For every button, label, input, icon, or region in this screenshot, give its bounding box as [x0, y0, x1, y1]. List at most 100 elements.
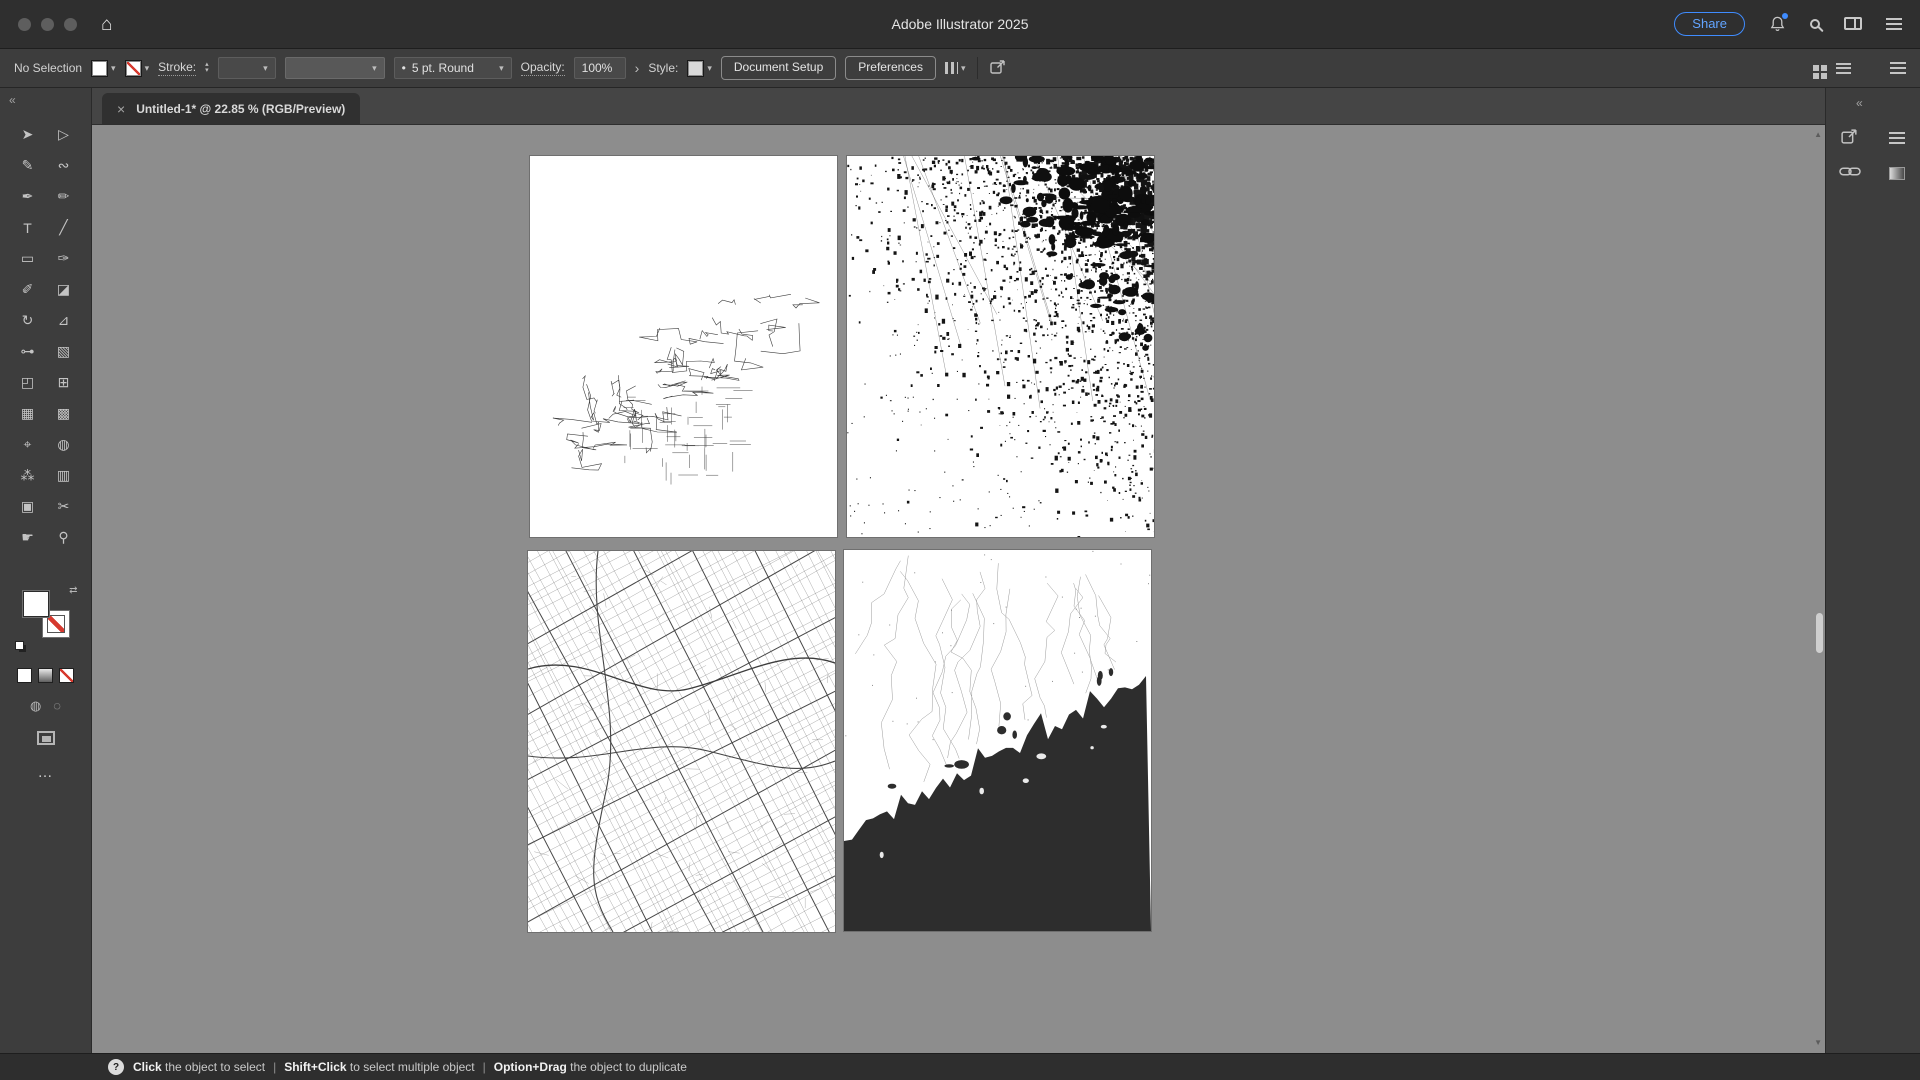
- more-options-chevron[interactable]: ›: [635, 60, 640, 76]
- preferences-button[interactable]: Preferences: [845, 56, 936, 79]
- document-actions-button[interactable]: [989, 58, 1007, 79]
- artboard-tool-icon: ▣: [21, 498, 34, 515]
- home-icon[interactable]: ⌂: [101, 15, 112, 34]
- vertical-scrollbar-thumb[interactable]: [1816, 613, 1823, 653]
- fill-color-swatch[interactable]: [91, 60, 108, 77]
- direct-selection-tool-icon: ▷: [58, 126, 69, 143]
- artboard-3-street-grid-map[interactable]: [528, 551, 835, 932]
- status-separator: |: [273, 1060, 276, 1074]
- stroke-color-control[interactable]: ▾: [125, 60, 150, 77]
- close-window-button[interactable]: [18, 18, 31, 31]
- edit-toolbar-button[interactable]: …: [38, 764, 54, 781]
- stroke-weight-dropdown[interactable]: ▾: [218, 57, 276, 79]
- selection-tool[interactable]: ➤: [13, 120, 43, 149]
- rotate-tool[interactable]: ↻: [13, 306, 43, 335]
- artboard-tool[interactable]: ▣: [13, 492, 43, 521]
- workspace-grid-icon[interactable]: [1813, 65, 1819, 71]
- type-tool[interactable]: T: [13, 213, 43, 242]
- workspace-layout-icon[interactable]: [1844, 17, 1862, 30]
- default-colors-icon[interactable]: [15, 641, 24, 650]
- collapse-dock-button[interactable]: «: [1856, 97, 1920, 109]
- shape-builder-tool[interactable]: ◰: [13, 368, 43, 397]
- brush-bullet-icon: •: [402, 61, 406, 75]
- help-icon[interactable]: ?: [108, 1059, 124, 1075]
- eraser-tool[interactable]: ◪: [49, 275, 79, 304]
- control-bar: No Selection ▾ ▾ Stroke: ▴ ▾ ▾ ▾ • 5 pt.…: [0, 49, 1920, 88]
- paintbrush-tool[interactable]: ✑: [49, 244, 79, 273]
- mesh-tool[interactable]: ▦: [13, 399, 43, 428]
- swap-fill-stroke-icon[interactable]: ⇄: [69, 585, 77, 596]
- shaper-tool[interactable]: ✐: [13, 275, 43, 304]
- pen-tool[interactable]: ✒: [13, 182, 43, 211]
- chevron-down-icon[interactable]: ▾: [111, 64, 116, 73]
- document-setup-button[interactable]: Document Setup: [721, 56, 836, 79]
- collapse-tools-button[interactable]: «: [9, 94, 16, 106]
- hand-tool[interactable]: ☛: [13, 523, 43, 552]
- column-graph-tool[interactable]: ▥: [49, 461, 79, 490]
- scale-tool[interactable]: ⊿: [49, 306, 79, 335]
- artboard-4-shoreline-map[interactable]: [844, 550, 1151, 931]
- search-icon[interactable]: [1810, 19, 1820, 29]
- artboard-1-roads-map[interactable]: [530, 156, 837, 537]
- none-mode-button[interactable]: [59, 668, 74, 683]
- align-options-button[interactable]: ▾: [945, 62, 966, 74]
- share-button[interactable]: Share: [1674, 12, 1745, 37]
- free-transform-tool[interactable]: ▧: [49, 337, 79, 366]
- slice-tool[interactable]: ✂: [49, 492, 79, 521]
- lasso-tool[interactable]: ∾: [49, 151, 79, 180]
- gradient-mode-button[interactable]: [38, 668, 53, 683]
- draw-mode-button[interactable]: ◍: [30, 698, 41, 714]
- export-panel-button[interactable]: [1840, 127, 1859, 149]
- scroll-down-icon[interactable]: ▼: [1814, 1039, 1822, 1047]
- brush-definition-dropdown[interactable]: • 5 pt. Round ▾: [394, 57, 512, 79]
- app-menu-icon[interactable]: [1886, 18, 1902, 30]
- curvature-tool-icon: ✎: [22, 157, 34, 174]
- blend-tool[interactable]: ◍: [49, 430, 79, 459]
- curvature-tool[interactable]: ✎: [13, 151, 43, 180]
- notifications-bell-icon[interactable]: [1769, 15, 1786, 33]
- fill-color-control[interactable]: ▾: [91, 60, 116, 77]
- pencil-tool[interactable]: ✏: [49, 182, 79, 211]
- canvas[interactable]: ▲ ▼: [92, 125, 1825, 1053]
- zoom-window-button[interactable]: [64, 18, 77, 31]
- blend-tool-icon: ◍: [57, 436, 69, 453]
- opacity-field[interactable]: 100%: [574, 57, 626, 79]
- gradient-panel-button[interactable]: [1889, 167, 1905, 180]
- graphic-style-swatch[interactable]: [687, 60, 704, 77]
- scroll-up-icon[interactable]: ▲: [1814, 131, 1822, 139]
- color-mode-button[interactable]: [17, 668, 32, 683]
- pen-tool-icon: ✒: [22, 188, 34, 205]
- document-tab[interactable]: × Untitled-1* @ 22.85 % (RGB/Preview): [102, 93, 360, 124]
- gradient-tool[interactable]: ▩: [49, 399, 79, 428]
- stroke-weight-stepper[interactable]: ▴ ▾: [205, 62, 209, 74]
- stepper-down-icon[interactable]: ▾: [205, 68, 209, 74]
- graphic-style-control[interactable]: ▾: [687, 60, 712, 77]
- tools-panel: « ➤ ▷ ✎ ∾ ✒ ✏T╱▭✑✐◪↻⊿⊶▧◰⊞▦▩⌖ ◍ ⁂▥ ▣ ✂☛⚲ ⇄ ◍ ◌ …: [0, 88, 92, 1053]
- fill-color-indicator[interactable]: [22, 590, 50, 618]
- eyedropper-tool[interactable]: ⌖: [13, 430, 43, 459]
- change-screen-mode-button[interactable]: [37, 731, 55, 745]
- panel-hamburger-icon[interactable]: [1890, 62, 1906, 74]
- links-panel-button[interactable]: [1839, 165, 1861, 181]
- artboard-2-urban-footprint-map[interactable]: [847, 156, 1154, 537]
- zoom-tool[interactable]: ⚲: [49, 523, 79, 552]
- draw-inside-button[interactable]: ◌: [53, 698, 61, 714]
- stroke-weight-label[interactable]: Stroke:: [158, 60, 196, 76]
- chevron-down-icon[interactable]: ▾: [145, 64, 150, 73]
- close-tab-icon[interactable]: ×: [117, 101, 125, 117]
- minimize-window-button[interactable]: [41, 18, 54, 31]
- variable-width-profile-dropdown[interactable]: ▾: [285, 57, 385, 79]
- arrange-documents-icon[interactable]: [1836, 63, 1851, 74]
- opacity-label[interactable]: Opacity:: [521, 60, 565, 76]
- title-bar: ⌂ Adobe Illustrator 2025 Share: [0, 0, 1920, 49]
- direct-selection-tool[interactable]: ▷: [49, 120, 79, 149]
- panels-menu-button[interactable]: [1889, 132, 1905, 144]
- line-segment-tool[interactable]: ╱: [49, 213, 79, 242]
- width-tool[interactable]: ⊶: [13, 337, 43, 366]
- rectangle-tool[interactable]: ▭: [13, 244, 43, 273]
- chevron-down-icon[interactable]: ▾: [707, 64, 712, 73]
- perspective-grid-tool[interactable]: ⊞: [49, 368, 79, 397]
- stroke-color-swatch[interactable]: [125, 60, 142, 77]
- symbol-sprayer-tool[interactable]: ⁂: [13, 461, 43, 490]
- window-controls: [18, 18, 77, 31]
